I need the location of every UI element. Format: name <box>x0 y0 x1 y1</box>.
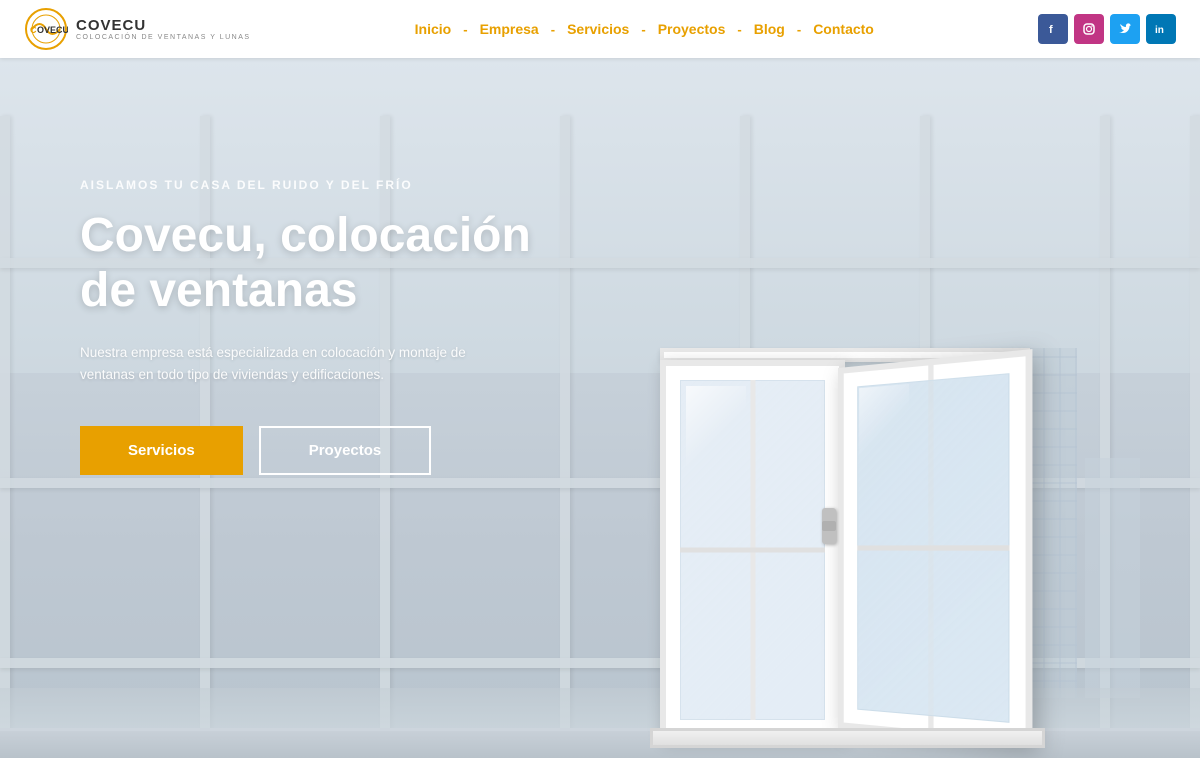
nav-blog[interactable]: Blog <box>748 17 791 41</box>
hero-tagline: AISLAMOS TU CASA DEL RUIDO Y DEL FRÍO <box>80 178 600 192</box>
nav-proyectos[interactable]: Proyectos <box>652 17 732 41</box>
svg-text:C: C <box>30 25 37 35</box>
instagram-link[interactable] <box>1074 14 1104 44</box>
window-product-image <box>640 318 1060 758</box>
nav-sep-2: - <box>551 22 555 37</box>
logo-text-area: COVECU COLOCACIÓN DE VENTANAS Y LUNAS <box>76 17 251 41</box>
logo-name: COVECU <box>76 17 251 34</box>
window-right-panel <box>838 349 1032 747</box>
twitter-icon <box>1118 22 1132 36</box>
nav-empresa[interactable]: Empresa <box>474 17 545 41</box>
facebook-link[interactable]: f <box>1038 14 1068 44</box>
window-frame <box>660 348 1040 758</box>
window-bottom-sill <box>650 728 1045 748</box>
logo[interactable]: C OVECU COVECU COLOCACIÓN DE VENTANAS Y … <box>24 7 251 51</box>
svg-text:OVECU: OVECU <box>37 25 68 35</box>
instagram-icon <box>1082 22 1096 36</box>
window-handle <box>822 508 836 544</box>
nav-servicios[interactable]: Servicios <box>561 17 635 41</box>
nav-sep-5: - <box>797 22 801 37</box>
hero-buttons: Servicios Proyectos <box>80 426 600 475</box>
site-header: C OVECU COVECU COLOCACIÓN DE VENTANAS Y … <box>0 0 1200 58</box>
hero-text-block: AISLAMOS TU CASA DEL RUIDO Y DEL FRÍO Co… <box>80 178 600 475</box>
nav-inicio[interactable]: Inicio <box>409 17 458 41</box>
linkedin-icon: in <box>1154 22 1168 36</box>
proyectos-button[interactable]: Proyectos <box>259 426 432 475</box>
nav-sep-3: - <box>641 22 645 37</box>
hero-description: Nuestra empresa está especializada en co… <box>80 342 510 385</box>
svg-text:f: f <box>1049 24 1053 36</box>
logo-subtitle: COLOCACIÓN DE VENTANAS Y LUNAS <box>76 34 251 41</box>
linkedin-link[interactable]: in <box>1146 14 1176 44</box>
nav-sep-1: - <box>463 22 467 37</box>
twitter-link[interactable] <box>1110 14 1140 44</box>
main-nav: Inicio - Empresa - Servicios - Proyectos… <box>409 17 880 41</box>
facebook-icon: f <box>1046 22 1060 36</box>
nav-sep-4: - <box>737 22 741 37</box>
social-links: f in <box>1038 14 1176 44</box>
hero-title: Covecu, colocación de ventanas <box>80 208 600 318</box>
svg-text:in: in <box>1155 25 1164 36</box>
nav-contacto[interactable]: Contacto <box>807 17 880 41</box>
window-left-panel <box>660 360 845 740</box>
logo-icon: C OVECU <box>24 7 68 51</box>
servicios-button[interactable]: Servicios <box>80 426 243 475</box>
window-glass-reflection-left <box>686 386 746 466</box>
